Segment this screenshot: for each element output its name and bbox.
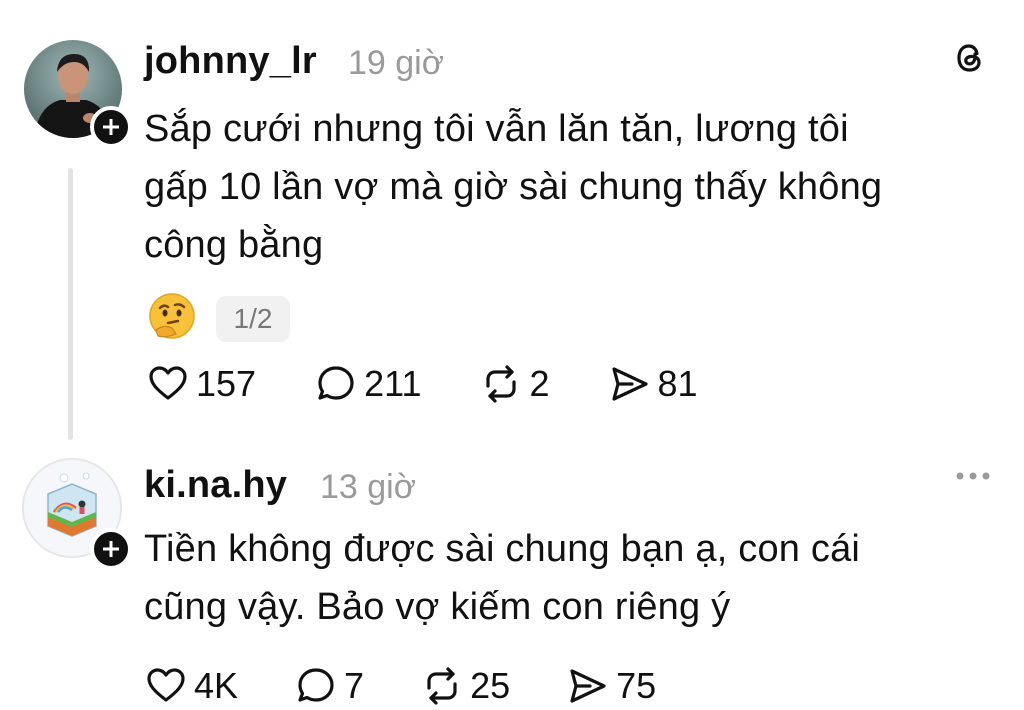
repost-button[interactable]: 25 [420,664,510,708]
repost-icon [427,667,457,705]
plus-icon [103,119,119,135]
post-body: Sắp cưới nhưng tôi vẫn lăn tăn, lương tô… [144,100,882,274]
follow-plus-button[interactable] [90,528,132,570]
like-button[interactable]: 157 [146,362,256,406]
plus-icon [103,541,119,557]
post-body-line: gấp 10 lần vợ mà giờ sài chung thấy khôn… [144,166,883,208]
share-button[interactable]: 81 [608,362,698,406]
username[interactable]: ki.na.hy [144,464,287,507]
repost-count: 25 [470,665,511,706]
share-count: 81 [657,363,698,404]
post-actions: 4K 7 25 75 [144,664,656,708]
heart-icon [149,366,187,400]
repost-count: 2 [529,363,550,404]
username[interactable]: johnny_lr [144,40,317,83]
thinking-emoji [146,290,198,342]
share-count: 75 [616,665,657,706]
follow-plus-button[interactable] [90,106,132,148]
comment-icon [318,366,354,400]
repost-icon [486,365,517,403]
share-button[interactable]: 75 [566,664,656,708]
post-body-line: Tiền không được sài chung bạn ạ, con cái [144,528,861,570]
post-1: johnny_lr 19 giờ Sắp cưới nhưng tôi vẫn … [0,0,1024,450]
heart-icon [147,668,185,702]
post-body-line: Sắp cưới nhưng tôi vẫn lăn tăn, lương tô… [144,108,849,150]
post-time: 19 giờ [348,44,445,82]
thread-connector-line [68,168,73,440]
comment-button[interactable]: 7 [294,664,364,708]
post-actions: 157 211 2 81 [146,362,698,406]
repost-button[interactable]: 2 [479,362,550,406]
send-icon [611,367,648,401]
comment-icon [298,668,334,702]
send-icon [570,669,606,703]
comment-button[interactable]: 211 [314,362,421,406]
like-count: 4K [194,665,239,706]
post-2: ki.na.hy 13 giờ Tiền không được sài chun… [0,450,1024,710]
post-body: Tiền không được sài chung bạn ạ, con cái… [144,520,860,636]
post-body-line: công bằng [144,224,324,266]
post-time: 13 giờ [320,468,417,506]
like-button[interactable]: 4K [144,664,238,708]
post-body-line: cũng vậy. Bảo vợ kiếm con riêng ý [144,586,731,628]
comment-count: 211 [364,363,422,404]
more-dots-icon[interactable] [952,466,994,486]
threads-logo-icon[interactable] [950,38,990,78]
media-pager[interactable]: 1/2 [216,296,290,342]
like-count: 157 [196,363,257,404]
comment-count: 7 [344,665,365,706]
